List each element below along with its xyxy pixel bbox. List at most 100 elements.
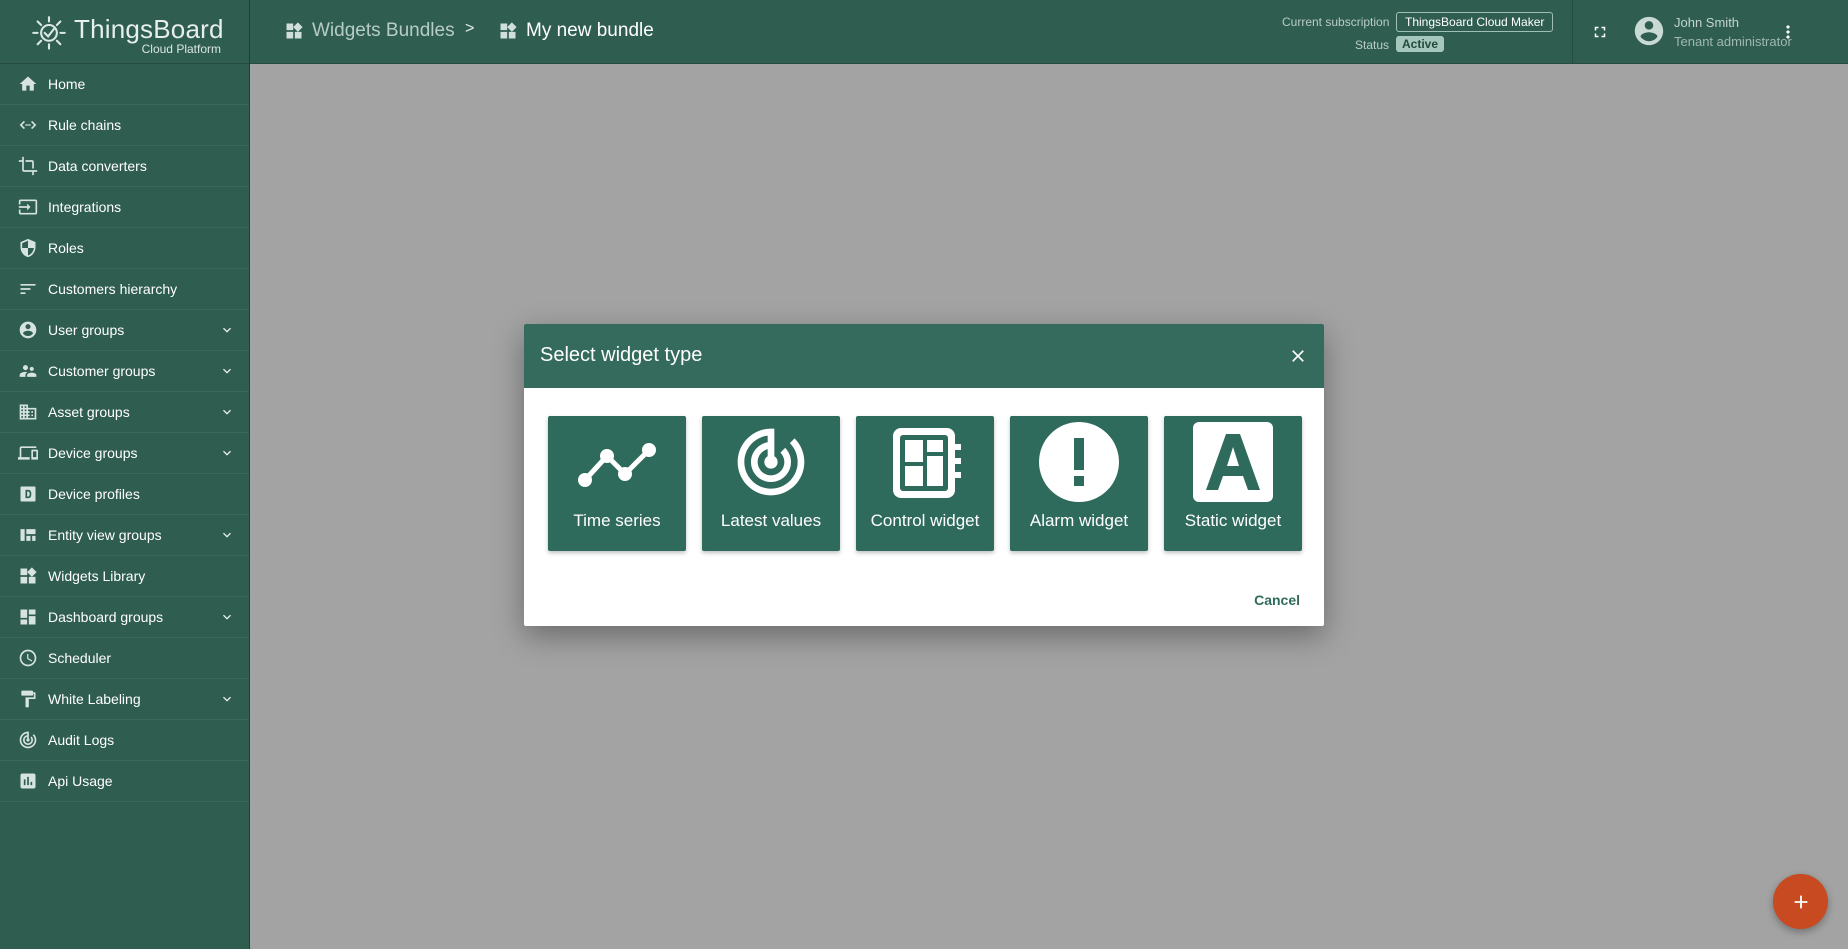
sidebar-item-scheduler[interactable]: Scheduler [0, 638, 249, 679]
fullscreen-icon[interactable] [1591, 23, 1609, 41]
sidebar-item-customers-hierarchy[interactable]: Customers hierarchy [0, 269, 249, 310]
sidebar-item-home[interactable]: Home [0, 64, 249, 105]
app-logo[interactable]: ThingsBoard Cloud Platform [0, 0, 249, 64]
select-widget-type-dialog: Select widget type Time series Latest va… [524, 324, 1324, 626]
sidebar: ThingsBoard Cloud Platform Home Rule cha… [0, 0, 250, 949]
breadcrumb-widgets-bundles[interactable]: Widgets Bundles [284, 20, 455, 42]
sidebar-item-label: Device groups [48, 445, 138, 461]
tile-latest-values[interactable]: Latest values [702, 416, 840, 551]
sidebar-item-label: Customers hierarchy [48, 281, 178, 297]
user-role: Tenant administrator [1674, 34, 1792, 49]
sidebar-item-label: Roles [48, 240, 84, 256]
breadcrumb-separator: > [465, 20, 475, 37]
input-icon [18, 197, 38, 217]
sidebar-item-label: Customer groups [48, 363, 156, 379]
account-circle-icon [1634, 16, 1664, 46]
sidebar-item-label: Asset groups [48, 404, 130, 420]
cancel-button[interactable]: Cancel [1254, 592, 1300, 608]
sidebar-item-rule-chains[interactable]: Rule chains [0, 105, 249, 146]
widgets-icon [500, 22, 517, 39]
avatar[interactable] [1632, 14, 1666, 48]
tile-label: Alarm widget [1029, 511, 1129, 530]
dialog-title: Select widget type [540, 344, 703, 366]
chevron-down-icon[interactable] [219, 322, 235, 338]
widgets-icon [18, 566, 38, 586]
sidebar-item-dashboard-groups[interactable]: Dashboard groups [0, 597, 249, 638]
sidebar-item-label: Entity view groups [48, 527, 162, 543]
chevron-down-icon[interactable] [219, 404, 235, 420]
sidebar-item-asset-groups[interactable]: Asset groups [0, 392, 249, 433]
tile-label: Latest values [720, 511, 822, 530]
breadcrumb-label: My new bundle [526, 20, 654, 41]
settings-remote-icon [885, 422, 965, 502]
sidebar-item-user-groups[interactable]: User groups [0, 310, 249, 351]
dialog-header: Select widget type [524, 324, 1324, 388]
sidebar-item-label: Home [48, 76, 86, 92]
sidebar-item-white-labeling[interactable]: White Labeling [0, 679, 249, 720]
subscription-label: Current subscription [1282, 15, 1390, 29]
sidebar-item-roles[interactable]: Roles [0, 228, 249, 269]
devices-icon [18, 443, 38, 463]
chevron-down-icon[interactable] [219, 609, 235, 625]
widgets-icon [286, 22, 303, 39]
timeline-icon [577, 422, 657, 502]
device-profile-icon [18, 484, 38, 504]
chevron-down-icon[interactable] [219, 691, 235, 707]
track-changes-icon [18, 730, 38, 750]
sidebar-item-widgets-library[interactable]: Widgets Library [0, 556, 249, 597]
sidebar-item-label: Rule chains [48, 117, 122, 133]
subscription-value[interactable]: ThingsBoard Cloud Maker [1396, 12, 1554, 32]
home-icon [18, 74, 38, 94]
chevron-down-icon[interactable] [219, 527, 235, 543]
sidebar-item-api-usage[interactable]: Api Usage [0, 761, 249, 802]
top-bar: Widgets Bundles > My new bundle Current … [250, 0, 1848, 64]
sidebar-item-entity-view-groups[interactable]: Entity view groups [0, 515, 249, 556]
add-widget-button[interactable] [1773, 874, 1828, 929]
sort-icon [18, 279, 38, 299]
topbar-divider [1572, 0, 1573, 64]
tile-control-widget[interactable]: Control widget [856, 416, 994, 551]
breadcrumb-my-new-bundle[interactable]: My new bundle [498, 20, 654, 42]
track-changes-icon [731, 422, 811, 502]
sidebar-item-label: Audit Logs [48, 732, 115, 748]
sidebar-item-device-profiles[interactable]: Device profiles [0, 474, 249, 515]
app-name: ThingsBoard [74, 14, 224, 44]
sidebar-item-device-groups[interactable]: Device groups [0, 433, 249, 474]
domain-icon [18, 402, 38, 422]
sidebar-item-data-converters[interactable]: Data converters [0, 146, 249, 187]
sidebar-item-label: Device profiles [48, 486, 140, 502]
sidebar-item-label: Integrations [48, 199, 122, 215]
status-badge: Active [1396, 36, 1445, 52]
widget-type-tiles: Time series Latest values Control widget… [548, 416, 1302, 551]
more-vert-icon[interactable] [1778, 22, 1798, 42]
chevron-down-icon[interactable] [219, 445, 235, 461]
format-paint-icon [18, 689, 38, 709]
sidebar-item-label: Api Usage [48, 773, 113, 789]
insert-chart-icon [18, 771, 38, 791]
tile-label: Control widget [870, 511, 980, 530]
chevron-down-icon[interactable] [219, 363, 235, 379]
account-circle-icon [18, 320, 38, 340]
sidebar-item-customer-groups[interactable]: Customer groups [0, 351, 249, 392]
sidebar-item-integrations[interactable]: Integrations [0, 187, 249, 228]
close-icon[interactable] [1288, 346, 1308, 366]
shield-icon [18, 238, 38, 258]
sidebar-item-label: Dashboard groups [48, 609, 164, 625]
crop-icon [18, 156, 38, 176]
tile-static-widget[interactable]: Static widget [1164, 416, 1302, 551]
sidebar-item-audit-logs[interactable]: Audit Logs [0, 720, 249, 761]
sidebar-item-label: Widgets Library [48, 568, 146, 584]
tile-label: Static widget [1184, 511, 1282, 530]
thingsboard-logo-icon [32, 15, 66, 50]
error-icon [1039, 422, 1119, 502]
sidebar-item-label: Scheduler [48, 650, 112, 666]
tile-time-series[interactable]: Time series [548, 416, 686, 551]
tile-alarm-widget[interactable]: Alarm widget [1010, 416, 1148, 551]
font-download-icon [1193, 422, 1273, 502]
user-name: John Smith [1674, 15, 1740, 30]
tile-label: Time series [573, 511, 661, 530]
view-quilt-icon [18, 525, 38, 545]
sidebar-item-label: Data converters [48, 158, 147, 174]
supervisor-icon [18, 361, 38, 381]
status-label: Status [1355, 38, 1390, 52]
